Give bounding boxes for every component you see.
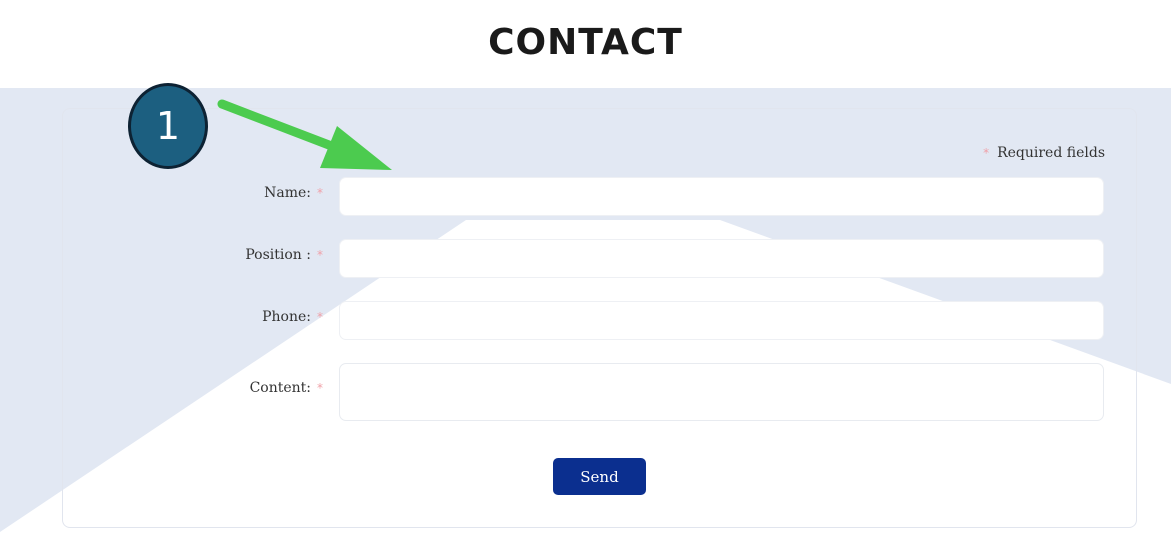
position-label: Position : <box>245 247 311 263</box>
name-field[interactable] <box>339 177 1104 216</box>
step-number-badge: 1 <box>128 83 208 169</box>
phone-label-group: Phone: * <box>262 309 323 325</box>
position-field[interactable] <box>339 239 1104 278</box>
required-asterisk-icon: * <box>317 248 323 262</box>
required-asterisk-icon: * <box>317 381 323 395</box>
content-label: Content: <box>249 380 311 396</box>
name-label: Name: <box>264 185 311 201</box>
send-button[interactable]: Send <box>553 458 646 495</box>
required-asterisk-icon: * <box>317 186 323 200</box>
phone-field[interactable] <box>339 301 1104 340</box>
page-title: CONTACT <box>488 22 683 63</box>
required-fields-note: * Required fields <box>983 145 1105 161</box>
phone-label: Phone: <box>262 309 311 325</box>
content-label-group: Content: * <box>250 380 323 396</box>
required-fields-label: Required fields <box>997 145 1105 161</box>
position-label-group: Position : * <box>245 247 323 263</box>
required-asterisk-icon: * <box>317 310 323 324</box>
content-field[interactable] <box>339 363 1104 421</box>
name-label-group: Name: * <box>264 185 323 201</box>
required-asterisk-icon: * <box>983 146 990 160</box>
